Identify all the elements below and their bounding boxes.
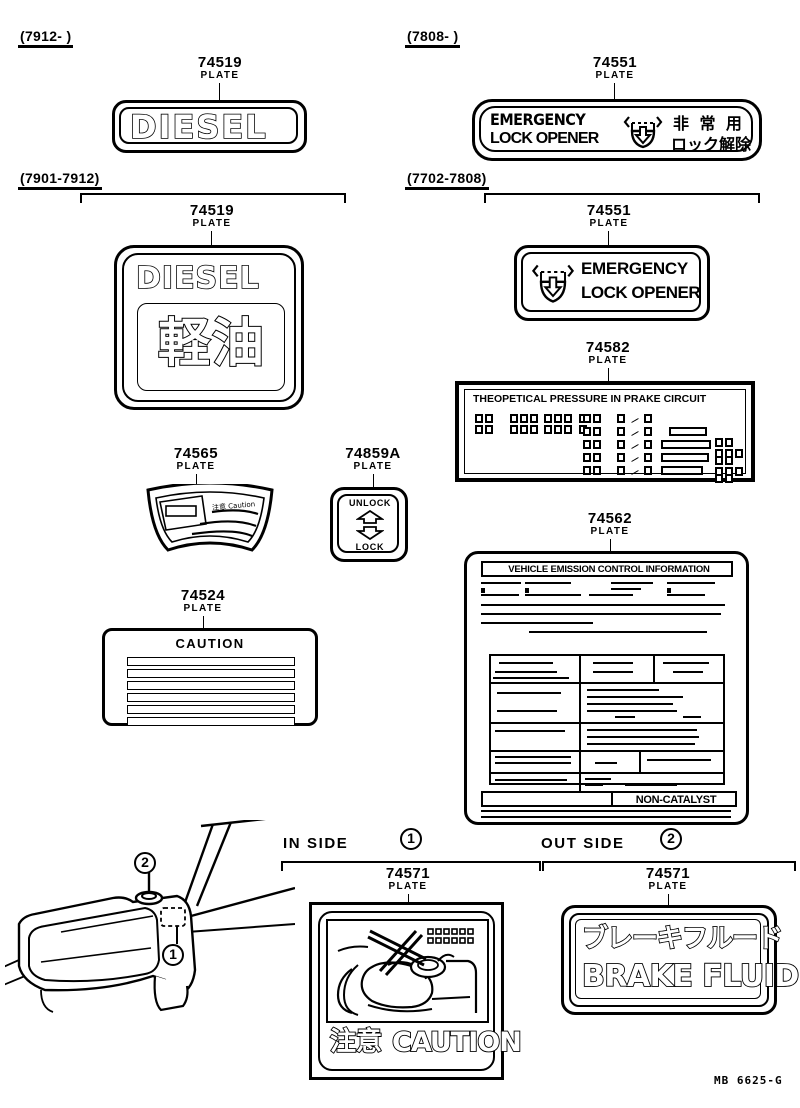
out-side-label: OUT SIDE xyxy=(541,835,625,852)
caution-caption-en: CAUTION xyxy=(391,1026,523,1059)
emergency-line-1-en: EMERGENCY xyxy=(581,259,688,278)
part-number-74571-outside: 74571 xyxy=(645,865,691,882)
plate-74565-arc: 注意 Caution xyxy=(140,484,280,556)
non-catalyst-label: NON-CATALYST xyxy=(635,794,717,806)
pressure-value-bars xyxy=(661,427,711,475)
emission-title: VEHICLE EMISSION CONTROL INFORMATION xyxy=(508,564,710,575)
plate-text-diesel: DIESEL xyxy=(129,107,268,147)
out-side-callout: 2 xyxy=(660,828,682,850)
part-number-74571-inside: 74571 xyxy=(385,865,431,882)
plate-74524-caution: CAUTION xyxy=(102,628,318,726)
emergency-line-2-jp: ロック解除 xyxy=(671,137,752,154)
in-side-label: IN SIDE xyxy=(283,835,349,852)
jack-warning-illustration xyxy=(326,919,489,1023)
leader-line xyxy=(608,368,609,382)
plate-74562-emission: VEHICLE EMISSION CONTROL INFORMATION NON… xyxy=(464,551,749,825)
date-range-emergency-old: (7702-7808) xyxy=(405,170,489,190)
part-sub-label: PLATE xyxy=(183,603,223,614)
caution-title: CAUTION xyxy=(175,636,245,651)
unlock-label: UNLOCK xyxy=(348,498,392,508)
part-number-74565: 74565 xyxy=(173,445,219,462)
part-sub-label: PLATE xyxy=(589,218,629,229)
plate-text-diesel-jp: 軽油 xyxy=(157,313,267,375)
plate-74519-diesel-new: DIESEL xyxy=(112,100,307,153)
emergency-line-2-en: LOCK OPENER xyxy=(490,130,599,147)
part-number-74582: 74582 xyxy=(585,339,631,356)
in-side-callout: 1 xyxy=(400,828,422,850)
arrow-down-icon xyxy=(356,526,384,540)
emission-title-bar: VEHICLE EMISSION CONTROL INFORMATION xyxy=(481,561,733,577)
lock-label: LOCK xyxy=(355,542,385,552)
plate-74571-brake-fluid: ブレーキフルード BRAKE FLUID xyxy=(561,905,800,1015)
plate-74551-emergency-new: EMERGENCY LOCK OPENER 非 常 用 ロック解除 xyxy=(472,99,762,161)
part-sub-label: PLATE xyxy=(176,461,216,472)
lock-opener-icon xyxy=(621,111,665,153)
caution-caption-jp: 注意 xyxy=(329,1026,383,1058)
vehicle-callout-1: 1 xyxy=(162,944,184,966)
part-number-74859A: 74859A xyxy=(345,445,401,462)
part-sub-label: PLATE xyxy=(595,70,635,81)
part-sub-label: PLATE xyxy=(353,461,393,472)
plate-74582-pressure: THEOPETICAL PRESSURE IN PRAKE CIRCUIT xyxy=(455,381,755,483)
leader-line xyxy=(373,474,374,488)
plate-text-diesel: DIESEL xyxy=(135,260,260,297)
pressure-unit-labels xyxy=(715,434,745,483)
pressure-title: THEOPETICAL PRESSURE IN PRAKE CIRCUIT xyxy=(473,393,707,405)
part-sub-label: PLATE xyxy=(200,70,240,81)
brake-fluid-text-jp: ブレーキフルード xyxy=(581,923,784,955)
pressure-data-rows xyxy=(475,410,589,434)
date-range-diesel-new: (7912- ) xyxy=(18,28,74,48)
brake-fluid-text-en: BRAKE FLUID xyxy=(581,958,800,995)
plate-74551-emergency-old: EMERGENCY LOCK OPENER xyxy=(514,245,710,321)
part-sub-label: PLATE xyxy=(388,881,428,892)
vehicle-callout-2: 2 xyxy=(134,852,156,874)
part-number-74524: 74524 xyxy=(180,587,226,604)
emission-header-lines xyxy=(481,582,735,639)
footer-code: MB 6625-G xyxy=(714,1074,783,1087)
non-catalyst-badge: NON-CATALYST xyxy=(611,791,737,807)
part-number-74519-new: 74519 xyxy=(197,54,243,71)
part-sub-label: PLATE xyxy=(648,881,688,892)
pressure-pairs xyxy=(583,410,654,475)
emission-footer-bar: NON-CATALYST xyxy=(481,791,737,807)
date-range-diesel-old: (7901-7912) xyxy=(18,170,102,190)
arrow-up-icon xyxy=(356,510,384,524)
part-sub-label: PLATE xyxy=(192,218,232,229)
plate-74519-diesel-old: DIESEL 軽油 xyxy=(114,245,304,410)
leader-line xyxy=(610,539,611,551)
plate-74571-caution-inside: 注意 CAUTION xyxy=(309,902,523,1080)
emission-data-table xyxy=(489,654,725,791)
part-sub-label: PLATE xyxy=(588,355,628,366)
lock-opener-icon xyxy=(529,260,577,308)
caution-text-lines xyxy=(127,657,295,726)
part-sub-label: PLATE xyxy=(590,526,630,537)
emergency-line-2-en: LOCK OPENER xyxy=(581,283,701,302)
emergency-line-1-en: EMERGENCY xyxy=(490,110,586,129)
part-number-74551-new: 74551 xyxy=(592,54,638,71)
part-number-74562: 74562 xyxy=(587,510,633,527)
part-number-74519-old: 74519 xyxy=(189,202,235,219)
plate-74859A-lock: UNLOCK LOCK xyxy=(330,487,408,562)
leader-line xyxy=(219,83,220,100)
date-range-emergency-new: (7808- ) xyxy=(405,28,461,48)
emission-bottom-lines xyxy=(481,810,735,824)
part-number-74551-old: 74551 xyxy=(586,202,632,219)
jp-sub-panel: 軽油 xyxy=(137,303,285,391)
